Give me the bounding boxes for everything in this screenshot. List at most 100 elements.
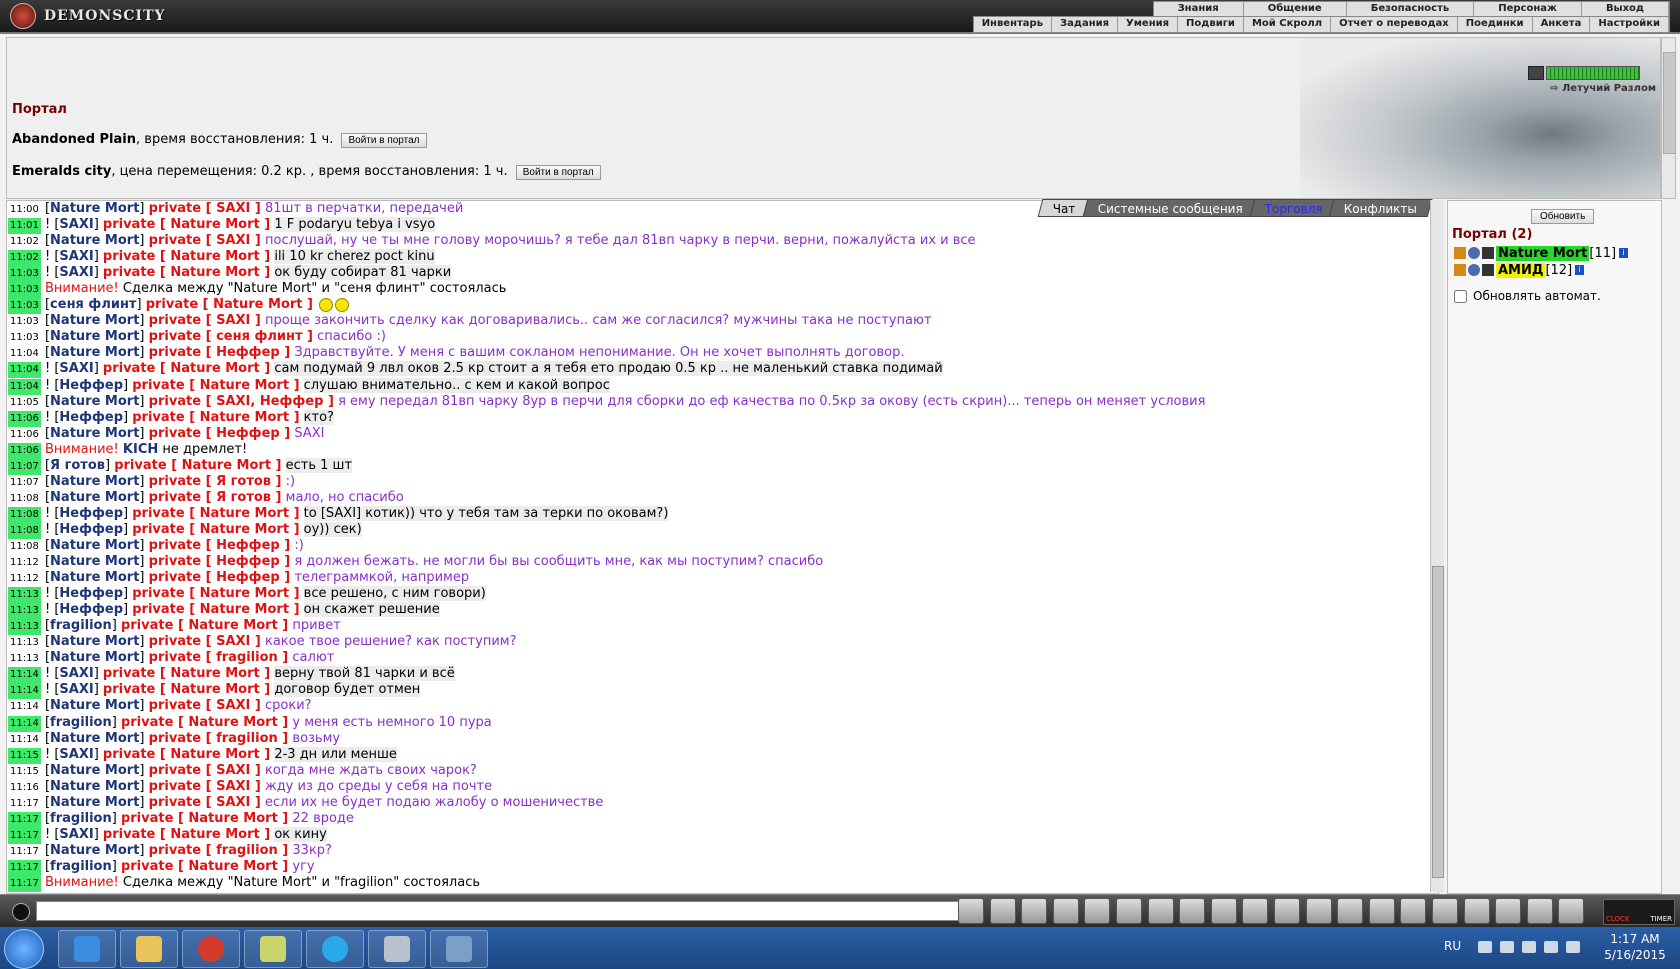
location-link[interactable]: ⇨ Летучий Разлом bbox=[1550, 83, 1656, 94]
globe-icon[interactable] bbox=[1431, 898, 1458, 924]
flag-icon[interactable] bbox=[1526, 898, 1553, 924]
message-author[interactable]: fragilion bbox=[50, 618, 112, 633]
tray-flag-icon[interactable] bbox=[1500, 941, 1514, 953]
private-recipients[interactable]: private [ Nature Mort ] bbox=[103, 827, 270, 842]
nav-item[interactable]: Безопасность bbox=[1347, 2, 1475, 17]
message-author[interactable]: Nature Mort bbox=[50, 201, 139, 216]
message-author[interactable]: Nature Mort bbox=[50, 795, 139, 810]
message-author[interactable]: Nature Mort bbox=[50, 233, 139, 248]
nav-item[interactable]: Общение bbox=[1244, 2, 1347, 17]
message-author[interactable]: Неффер bbox=[59, 522, 123, 537]
message-author[interactable]: SAXI bbox=[59, 682, 93, 697]
info-icon[interactable]: i bbox=[1619, 248, 1629, 258]
message-author[interactable]: fragilion bbox=[50, 811, 112, 826]
message-author[interactable]: сеня флинт bbox=[50, 297, 136, 312]
message-author[interactable]: Nature Mort bbox=[50, 345, 139, 360]
refresh-button[interactable]: Обновить bbox=[1531, 209, 1595, 224]
online-user[interactable]: Nature Mort [11] i bbox=[1454, 245, 1629, 261]
private-recipients[interactable]: private [ Неффер ] bbox=[149, 345, 291, 360]
trap-icon[interactable] bbox=[1495, 898, 1522, 924]
fight-icon[interactable] bbox=[1084, 898, 1111, 924]
online-user[interactable]: АМИД [12] i bbox=[1454, 262, 1585, 278]
auto-refresh-checkbox[interactable] bbox=[1454, 289, 1467, 303]
message-author[interactable]: SAXI bbox=[59, 827, 93, 842]
message-author[interactable]: SAXI bbox=[59, 249, 93, 264]
message-author[interactable]: Nature Mort bbox=[50, 394, 139, 409]
private-recipients[interactable]: private [ Nature Mort ] bbox=[121, 859, 288, 874]
message-author[interactable]: Nature Mort bbox=[50, 329, 139, 344]
private-recipients[interactable]: private [ Nature Mort ] bbox=[103, 265, 270, 280]
nav-item[interactable]: Инвентарь bbox=[974, 17, 1053, 32]
portal-scrollbar[interactable] bbox=[1661, 37, 1676, 199]
house-icon[interactable] bbox=[1463, 898, 1490, 924]
tray-volume-icon[interactable] bbox=[1566, 941, 1580, 953]
taskbar-app[interactable] bbox=[58, 930, 116, 968]
transfer-icon[interactable] bbox=[1115, 898, 1142, 924]
enter-icon[interactable] bbox=[958, 898, 984, 924]
clock-timer[interactable]: CLOCK TIMER bbox=[1603, 899, 1675, 925]
private-recipients[interactable]: private [ сеня флинт ] bbox=[149, 329, 313, 344]
private-recipients[interactable]: private [ Nature Mort ] bbox=[132, 586, 299, 601]
private-recipients[interactable]: private [ Неффер ] bbox=[149, 570, 291, 585]
tray-battery-icon[interactable] bbox=[1522, 941, 1536, 953]
user-name[interactable]: АМИД bbox=[1496, 262, 1546, 278]
message-author[interactable]: Неффер bbox=[59, 378, 123, 393]
private-recipients[interactable]: private [ fragilion ] bbox=[149, 731, 289, 746]
message-author[interactable]: Nature Mort bbox=[50, 554, 139, 569]
private-recipients[interactable]: private [ Nature Mort ] bbox=[132, 506, 299, 521]
private-recipients[interactable]: private [ SAXI ] bbox=[149, 634, 261, 649]
message-author[interactable]: Я готов bbox=[50, 458, 105, 473]
taskbar-app[interactable] bbox=[182, 930, 240, 968]
nav-item[interactable]: Настройки bbox=[1590, 17, 1669, 32]
private-recipients[interactable]: private [ SAXI ] bbox=[149, 795, 261, 810]
smile-icon[interactable] bbox=[1179, 898, 1206, 924]
message-author[interactable]: SAXI bbox=[59, 361, 93, 376]
taskbar-app[interactable] bbox=[120, 930, 178, 968]
tray-network-icon[interactable] bbox=[1544, 941, 1558, 953]
nav-item[interactable]: Персонаж bbox=[1474, 2, 1582, 17]
nav-item[interactable]: Знания bbox=[1154, 2, 1244, 17]
filter-icon[interactable] bbox=[1021, 898, 1048, 924]
message-author[interactable]: Nature Mort bbox=[50, 650, 139, 665]
exit-icon[interactable] bbox=[1558, 898, 1585, 924]
message-author[interactable]: Неффер bbox=[59, 586, 123, 601]
sound-icon[interactable] bbox=[1147, 898, 1174, 924]
private-recipients[interactable]: private [ Nature Mort ] bbox=[103, 682, 270, 697]
chat-tab[interactable]: Торговля bbox=[1249, 199, 1338, 217]
taskbar-app[interactable] bbox=[244, 930, 302, 968]
info-icon[interactable]: i bbox=[1575, 265, 1585, 275]
private-recipients[interactable]: private [ SAXI ] bbox=[149, 201, 261, 216]
private-recipients[interactable]: private [ fragilion ] bbox=[149, 650, 289, 665]
hammer-icon[interactable] bbox=[1273, 898, 1300, 924]
taskbar-app[interactable] bbox=[368, 930, 426, 968]
eraser-icon[interactable] bbox=[989, 898, 1016, 924]
private-recipients[interactable]: private [ Nature Mort ] bbox=[114, 458, 281, 473]
system-clock[interactable]: 1:17 AM 5/16/2015 bbox=[1600, 931, 1670, 963]
message-author[interactable]: Неффер bbox=[59, 506, 123, 521]
start-button-icon[interactable] bbox=[4, 929, 44, 969]
enter-portal-button[interactable]: Войти в портал bbox=[515, 165, 601, 180]
private-recipients[interactable]: private [ Nature Mort ] bbox=[103, 361, 270, 376]
clan-icon[interactable] bbox=[1210, 898, 1237, 924]
chat-tab[interactable]: Системные сообщения bbox=[1082, 199, 1258, 217]
chat-scrollbar[interactable] bbox=[1430, 200, 1444, 892]
message-author[interactable]: SAXI bbox=[59, 747, 93, 762]
message-author[interactable]: Nature Mort bbox=[50, 490, 139, 505]
message-author[interactable]: Неффер bbox=[59, 410, 123, 425]
message-author[interactable]: Nature Mort bbox=[50, 763, 139, 778]
nav-item[interactable]: Отчет о переводах bbox=[1331, 17, 1458, 32]
nav-item[interactable]: Анкета bbox=[1533, 17, 1591, 32]
private-recipients[interactable]: private [ SAXI ] bbox=[149, 763, 261, 778]
nav-item[interactable]: Задания bbox=[1052, 17, 1119, 32]
nav-item[interactable]: Выход bbox=[1582, 2, 1669, 17]
rune-icon[interactable] bbox=[1400, 898, 1427, 924]
message-author[interactable]: SAXI bbox=[59, 217, 93, 232]
nav-item[interactable]: Мой Скролл bbox=[1244, 17, 1332, 32]
message-author[interactable]: Nature Mort bbox=[50, 474, 139, 489]
gift-icon[interactable] bbox=[1337, 898, 1364, 924]
private-recipients[interactable]: private [ Nature Mort ] bbox=[132, 410, 299, 425]
message-author[interactable]: fragilion bbox=[50, 715, 112, 730]
magic-icon[interactable] bbox=[1368, 898, 1395, 924]
private-recipients[interactable]: private [ Nature Mort ] bbox=[103, 666, 270, 681]
private-recipients[interactable]: private [ Nature Mort ] bbox=[146, 297, 313, 312]
